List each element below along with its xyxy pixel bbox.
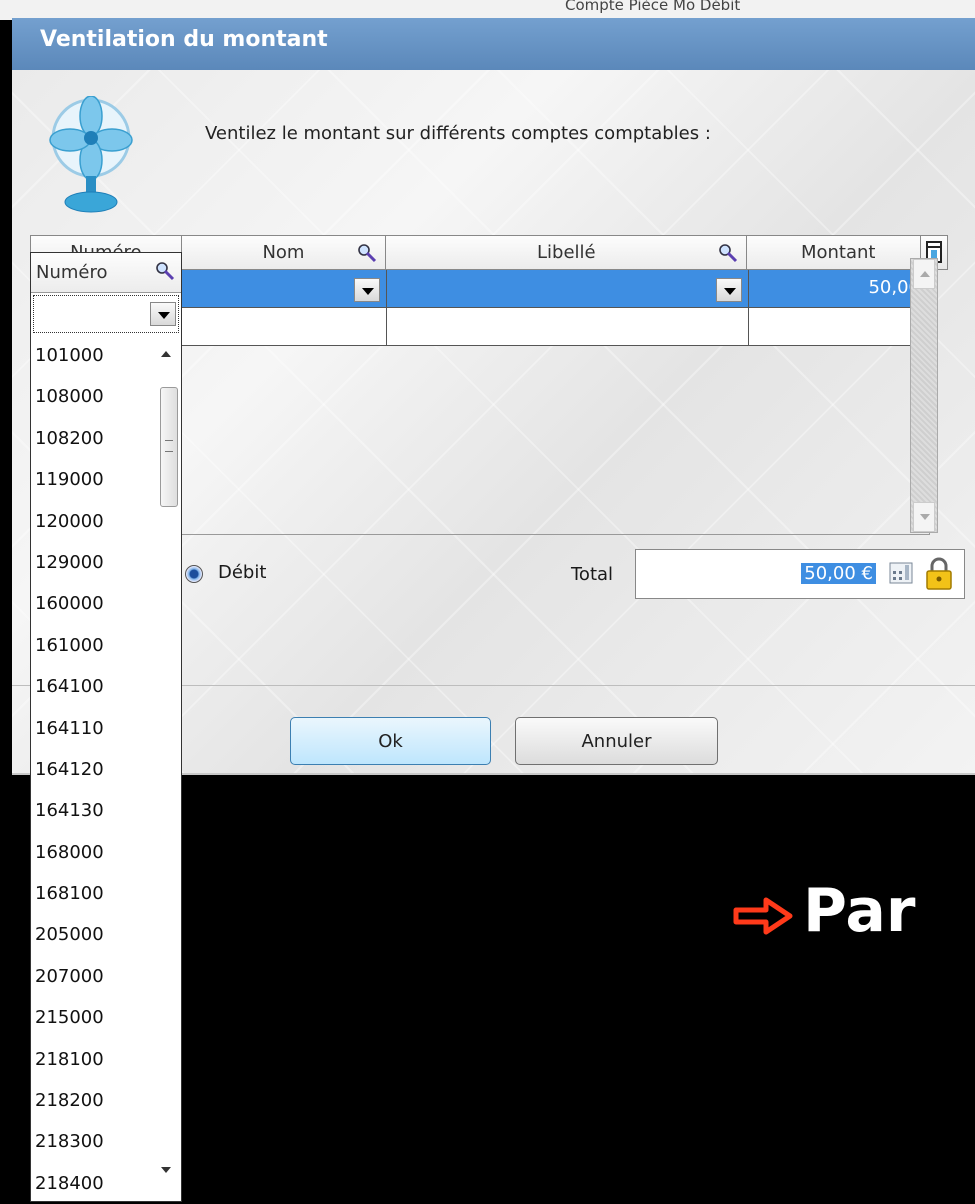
arrow-right-icon [733, 897, 793, 935]
background-strip: Compte Pièce Mo Débit [0, 0, 975, 20]
scroll-down-icon[interactable] [161, 1167, 171, 1173]
calculator-icon[interactable] [888, 561, 914, 585]
list-item[interactable]: 218100 [31, 1039, 146, 1080]
scroll-down-icon[interactable] [913, 502, 935, 532]
list-item[interactable]: 164100 [31, 666, 146, 707]
dialog-intro-text: Ventilez le montant sur différents compt… [205, 123, 711, 144]
total-label: Total [571, 564, 614, 585]
dropdown-header-label: Numéro [36, 262, 108, 283]
grid-scrollbar[interactable] [910, 258, 938, 533]
cancel-button[interactable]: Annuler [515, 717, 718, 765]
ok-button[interactable]: Ok [290, 717, 491, 765]
debit-radio[interactable] [185, 565, 203, 583]
dropdown-header: Numéro [31, 253, 181, 293]
search-icon[interactable] [718, 243, 738, 263]
cell-nom[interactable] [182, 270, 387, 308]
list-item[interactable]: 164110 [31, 708, 146, 749]
chevron-down-icon[interactable] [354, 278, 380, 302]
caption-text: Par [803, 876, 916, 946]
list-item[interactable]: 218200 [31, 1080, 146, 1121]
list-item[interactable]: 164130 [31, 790, 146, 831]
list-item[interactable]: 215000 [31, 997, 146, 1038]
list-item[interactable]: 205000 [31, 914, 146, 955]
chevron-down-icon[interactable] [150, 302, 176, 326]
cell-nom[interactable] [182, 308, 387, 346]
list-item[interactable]: 207000 [31, 956, 146, 997]
list-item[interactable]: 119000 [31, 459, 146, 500]
list-item[interactable]: 129000 [31, 542, 146, 583]
lock-icon[interactable] [924, 556, 954, 590]
list-item[interactable]: 218400 [31, 1163, 146, 1204]
dialog-title: Ventilation du montant [40, 27, 328, 52]
scrollbar-thumb[interactable] [160, 387, 178, 507]
cell-montant[interactable] [749, 308, 931, 346]
list-item[interactable]: 164120 [31, 749, 146, 790]
list-item[interactable]: 161000 [31, 625, 146, 666]
chevron-down-icon[interactable] [716, 278, 742, 302]
list-item[interactable]: 218300 [31, 1121, 146, 1162]
list-item[interactable]: 108000 [31, 376, 146, 417]
total-value: 50,00 € [801, 563, 876, 584]
list-item[interactable]: 120000 [31, 501, 146, 542]
scroll-up-icon[interactable] [913, 259, 935, 289]
background-header-text: Compte Pièce Mo Débit [565, 0, 741, 14]
debit-label: Débit [218, 562, 267, 583]
list-item[interactable]: 168000 [31, 832, 146, 873]
cell-libelle[interactable] [387, 308, 749, 346]
total-field[interactable]: 50,00 € [635, 549, 965, 599]
list-item[interactable]: 101000 [31, 335, 146, 376]
account-dropdown[interactable]: Numéro 101000 108000 108200 119000 12000… [30, 252, 182, 1202]
scroll-up-icon[interactable] [161, 351, 171, 357]
column-header-nom[interactable]: Nom [182, 236, 387, 269]
dropdown-scrollbar[interactable] [147, 335, 181, 1201]
column-label-nom: Nom [262, 242, 305, 263]
column-label-montant: Montant [800, 242, 876, 263]
dialog-titlebar: Ventilation du montant [12, 18, 975, 70]
column-label-libelle: Libellé [537, 242, 596, 263]
list-item[interactable]: 168100 [31, 873, 146, 914]
cell-libelle[interactable] [387, 270, 749, 308]
fan-icon [49, 96, 133, 213]
search-icon[interactable] [155, 261, 175, 281]
column-header-montant[interactable]: Montant [747, 236, 929, 269]
account-number-input[interactable] [33, 295, 179, 333]
list-item[interactable]: 160000 [31, 583, 146, 624]
column-header-libelle[interactable]: Libellé [386, 236, 748, 269]
cell-montant[interactable]: 50,00 [749, 270, 931, 308]
list-item[interactable]: 108200 [31, 418, 146, 459]
search-icon[interactable] [357, 243, 377, 263]
